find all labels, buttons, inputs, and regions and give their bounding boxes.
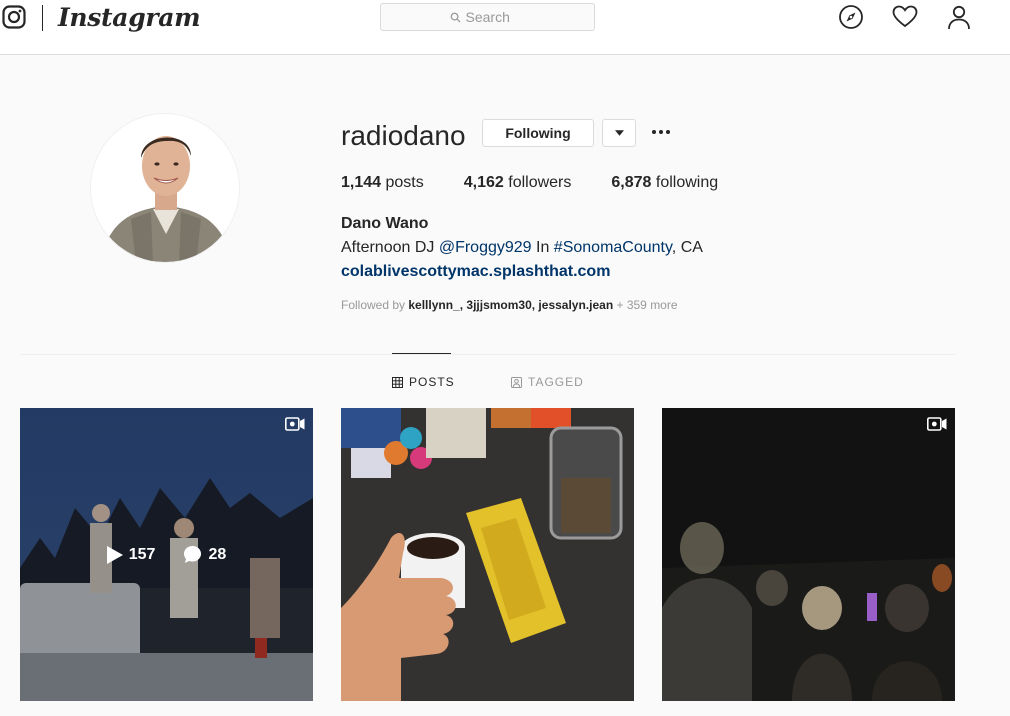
followed-by-more: + 359 more bbox=[613, 298, 678, 312]
posts-count: 1,144 bbox=[341, 174, 382, 191]
post-thumbnail[interactable] bbox=[341, 408, 634, 701]
followed-by-line[interactable]: Followed by kelllynn_, 3jjjsmom30, jessa… bbox=[341, 298, 678, 312]
more-options-button[interactable] bbox=[648, 118, 674, 146]
top-navigation-bar: Instagram bbox=[0, 0, 1010, 55]
caret-down-icon bbox=[614, 130, 624, 136]
search-input-box[interactable] bbox=[380, 3, 595, 31]
video-camera-icon bbox=[927, 417, 947, 431]
play-count-value: 157 bbox=[128, 545, 156, 563]
followers-label: followers bbox=[508, 174, 572, 191]
following-count: 6,878 bbox=[611, 174, 652, 191]
instagram-glyph-icon[interactable] bbox=[2, 5, 26, 29]
following-label: following bbox=[655, 174, 719, 191]
suggestions-dropdown-button[interactable] bbox=[602, 119, 636, 147]
explore-compass-icon[interactable] bbox=[838, 4, 864, 30]
bio-text: , CA bbox=[671, 239, 703, 256]
profile-username: radiodano bbox=[341, 120, 466, 151]
grid-icon bbox=[392, 376, 403, 388]
play-count: 157 bbox=[106, 545, 156, 564]
tab-posts-label: POSTS bbox=[409, 375, 455, 389]
post-thumbnail[interactable]: 157 28 bbox=[20, 408, 313, 701]
followed-by-names: kelllynn_, 3jjjsmom30, jessalyn.jean bbox=[408, 298, 614, 312]
posts-label: posts bbox=[385, 174, 424, 191]
comment-count: 28 bbox=[183, 545, 226, 564]
posts-count-stat: 1,144 posts bbox=[341, 174, 424, 192]
more-dot-icon bbox=[659, 130, 663, 134]
profile-website-link[interactable]: colablivescottymac.splashthat.com bbox=[341, 263, 610, 281]
tab-tagged[interactable]: TAGGED bbox=[511, 375, 584, 389]
followed-by-label: Followed by bbox=[341, 298, 409, 312]
profile-full-name: Dano Wano bbox=[341, 215, 429, 232]
more-dot-icon bbox=[652, 130, 656, 134]
comment-count-value: 28 bbox=[208, 545, 227, 563]
post-image bbox=[662, 408, 955, 701]
post-hover-overlay: 157 28 bbox=[20, 408, 313, 701]
bio-text: Afternoon DJ bbox=[341, 239, 439, 256]
following-link[interactable]: 6,878 following bbox=[611, 174, 718, 192]
nav-divider bbox=[42, 5, 43, 31]
followers-link[interactable]: 4,162 followers bbox=[464, 174, 572, 192]
instagram-wordmark-logo[interactable]: Instagram bbox=[58, 1, 201, 35]
activity-heart-icon[interactable] bbox=[892, 4, 918, 30]
bio-text: In bbox=[531, 239, 554, 256]
video-camera-icon bbox=[285, 417, 305, 431]
more-dot-icon bbox=[666, 130, 670, 134]
post-image bbox=[341, 408, 634, 701]
play-icon bbox=[106, 545, 123, 564]
profile-stats: 1,144 posts 4,162 followers 6,878 follow… bbox=[341, 174, 718, 192]
profile-avatar[interactable] bbox=[90, 113, 240, 263]
tab-tagged-label: TAGGED bbox=[528, 375, 584, 389]
tab-posts[interactable]: POSTS bbox=[392, 375, 455, 389]
tagged-person-icon bbox=[511, 376, 522, 388]
followers-count: 4,162 bbox=[463, 174, 504, 191]
comment-bubble-icon bbox=[184, 545, 202, 564]
profile-bio: Afternoon DJ @Froggy929 In #SonomaCounty… bbox=[341, 239, 703, 257]
active-tab-indicator bbox=[392, 353, 451, 354]
bio-mention-link[interactable]: @Froggy929 bbox=[439, 239, 532, 256]
post-thumbnail[interactable] bbox=[662, 408, 955, 701]
tabs-divider bbox=[20, 354, 955, 355]
search-input[interactable] bbox=[465, 9, 526, 25]
search-icon bbox=[450, 12, 461, 23]
following-button[interactable]: Following bbox=[482, 119, 594, 147]
bio-hashtag-link[interactable]: #SonomaCounty bbox=[554, 239, 672, 256]
profile-person-icon[interactable] bbox=[946, 4, 972, 30]
